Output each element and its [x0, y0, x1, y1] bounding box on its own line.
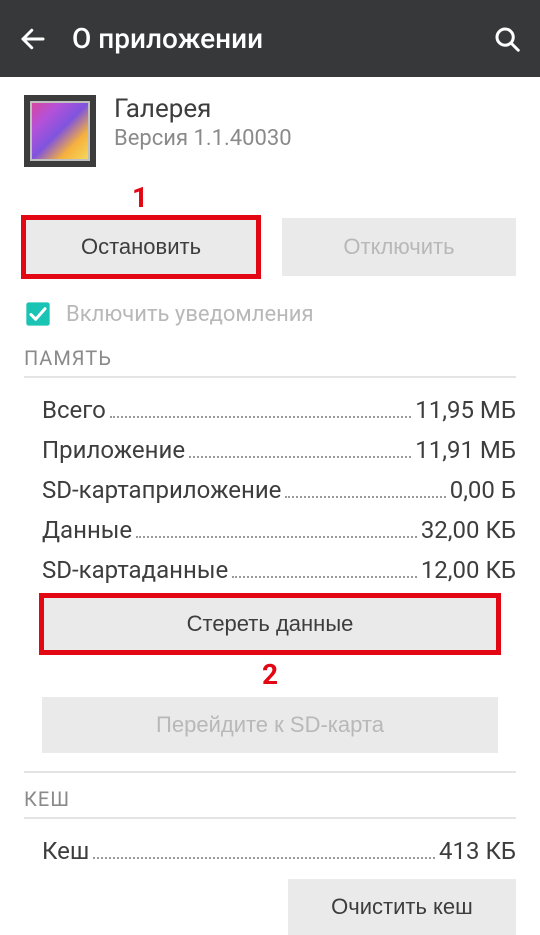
memory-value: 32,00 КБ: [421, 516, 516, 544]
memory-label: Данные: [42, 516, 132, 544]
memory-value: 11,91 МБ: [415, 436, 516, 464]
memory-value: 12,00 КБ: [421, 556, 516, 584]
notifications-label: Включить уведомления: [66, 302, 314, 327]
memory-label: SD-картаприложение: [42, 476, 281, 504]
disable-button[interactable]: Отключить: [282, 218, 516, 276]
memory-value: 11,95 МБ: [415, 396, 516, 424]
move-to-sd-button[interactable]: Перейдите к SD-карта: [42, 697, 498, 753]
force-stop-button[interactable]: Остановить: [24, 218, 258, 276]
clear-cache-button[interactable]: Очистить кеш: [288, 879, 516, 935]
checkbox-checked-icon[interactable]: [24, 300, 52, 328]
memory-row: Приложение 11,91 МБ: [24, 436, 516, 464]
app-header-row: Галерея Версия 1.1.40030: [24, 95, 516, 167]
cache-label: Кеш: [42, 837, 89, 865]
memory-row: Всего 11,95 МБ: [24, 396, 516, 424]
section-memory-title: ПАМЯТЬ: [24, 346, 516, 378]
app-bar: О приложении: [0, 0, 540, 77]
search-icon[interactable]: [492, 24, 522, 54]
cache-row: Кеш 413 КБ: [24, 837, 516, 865]
cache-value: 413 КБ: [439, 837, 516, 865]
annotation-1: 1: [132, 181, 516, 214]
back-icon[interactable]: [18, 24, 48, 54]
memory-label: SD-картаданные: [42, 556, 228, 584]
section-cache-title: КЕШ: [24, 787, 516, 819]
memory-label: Всего: [42, 396, 106, 424]
page-title: О приложении: [72, 22, 492, 55]
annotation-2: 2: [24, 658, 516, 691]
app-icon: [24, 95, 96, 167]
memory-row: SD-картаприложение 0,00 Б: [24, 476, 516, 504]
divider: [24, 771, 516, 773]
memory-value: 0,00 Б: [450, 476, 516, 504]
clear-data-button[interactable]: Стереть данные: [42, 596, 498, 652]
app-version: Версия 1.1.40030: [114, 126, 292, 151]
app-name: Галерея: [114, 95, 292, 124]
memory-label: Приложение: [42, 436, 185, 464]
memory-row: SD-картаданные 12,00 КБ: [24, 556, 516, 584]
notifications-row[interactable]: Включить уведомления: [24, 296, 516, 346]
memory-row: Данные 32,00 КБ: [24, 516, 516, 544]
